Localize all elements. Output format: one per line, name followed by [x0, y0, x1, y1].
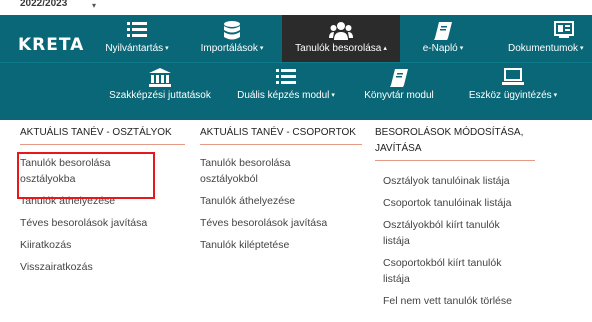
book-icon [410, 21, 476, 43]
nav-dualis-kepzes-modul[interactable]: Duális képzés modul ▾ [228, 68, 344, 112]
nav-dokumentumok[interactable]: Dokumentumok ▾ [502, 21, 592, 62]
nav-label: Importálások [200, 43, 258, 54]
column-heading: AKTUÁLIS TANÉV - OSZTÁLYOK [20, 127, 172, 138]
menu-item-teves-besorolasok[interactable]: Téves besorolások javítása [20, 215, 185, 231]
book-icon [352, 68, 446, 90]
menu-item-fel-nem-vett-torlese[interactable]: Fel nem vett tanulók törlése [383, 293, 537, 309]
menu-column-modositas: BESOROLÁSOK MÓDOSÍTÁSA, JAVÍTÁSA Osztály… [375, 120, 537, 315]
nav-label: e-Napló [422, 43, 458, 54]
menu-list: Tanulók besorolása osztályokból Tanulók … [200, 155, 362, 253]
nav-label: Eszköz ügyintézés [468, 90, 552, 101]
list-icon [228, 68, 344, 90]
nav-label: Szakképzési juttatások [109, 90, 211, 101]
menu-list: Osztályok tanulóinak listája Csoportok t… [375, 173, 537, 309]
menu-item-csoportokbol-kiirt[interactable]: Csoportokból kiírt tanulók listája [383, 255, 518, 287]
database-icon [190, 21, 274, 43]
menu-item-besorolas-osztalyokbol[interactable]: Tanulók besorolása osztályokból [200, 155, 325, 187]
highlight-box [17, 152, 155, 199]
heading-underline [200, 144, 362, 145]
chevron-down-icon: ▾ [165, 45, 169, 52]
nav-e-naplo[interactable]: e-Napló ▾ [410, 21, 476, 62]
school-year-selector[interactable]: 2022/2023 [20, 0, 67, 9]
column-heading: BESOROLÁSOK MÓDOSÍTÁSA, JAVÍTÁSA [375, 127, 524, 154]
menu-item-kiiratkozas[interactable]: Kiiratkozás [20, 237, 185, 253]
menu-item-teves-besorolasok[interactable]: Téves besorolások javítása [200, 215, 362, 231]
navbar-divider [0, 62, 592, 63]
chevron-down-icon: ▾ [459, 45, 464, 52]
menu-item-osztalyokbol-kiirt[interactable]: Osztályokból kiírt tanulók listája [383, 217, 513, 249]
menu-column-osztalyok: AKTUÁLIS TANÉV - OSZTÁLYOK Tanulók besor… [20, 120, 185, 281]
nav-szakkepzesi-juttatasok[interactable]: Szakképzési juttatások [100, 68, 220, 112]
menu-item-osztalyok-tanuloinak-listaja[interactable]: Osztályok tanulóinak listája [383, 173, 537, 189]
laptop-icon [454, 68, 572, 90]
menu-item-athelyezes[interactable]: Tanulók áthelyezése [200, 193, 362, 209]
document-icon [536, 21, 592, 43]
nav-importalasok[interactable]: Importálások ▾ [190, 21, 274, 62]
nav-label: Nyilvántartás [105, 43, 164, 54]
chevron-down-icon: ▾ [259, 45, 264, 52]
nav-eszkoz-ugyintezes[interactable]: Eszköz ügyintézés ▾ [454, 68, 572, 112]
kreta-logo[interactable]: KRETA [18, 35, 84, 55]
menu-item-visszairatkozas[interactable]: Visszairatkozás [20, 259, 185, 275]
school-year-bar: 2022/2023 ▾ [0, 0, 592, 15]
nav-tanulok-besorolasa[interactable]: Tanulók besorolása ▴ [282, 15, 400, 62]
chevron-down-icon: ▾ [553, 92, 558, 99]
chevron-down-icon: ▾ [580, 45, 584, 52]
nav-konyvtar-modul[interactable]: Könyvtár modul [352, 68, 446, 112]
users-icon [282, 21, 400, 43]
nav-label: Tanulók besorolása [295, 43, 382, 54]
menu-item-csoportok-tanuloinak-listaja[interactable]: Csoportok tanulóinak listája [383, 195, 537, 211]
list-icon [92, 21, 182, 43]
chevron-down-icon: ▾ [331, 92, 335, 99]
nav-nyilvantartas[interactable]: Nyilvántartás ▾ [92, 21, 182, 62]
column-heading: AKTUÁLIS TANÉV - CSOPORTOK [200, 127, 356, 138]
main-navbar: KRETA Nyilvántartás ▾ Importálások ▾ Tanul… [0, 15, 592, 120]
heading-underline [20, 144, 185, 145]
tanulok-besorolasa-dropdown: AKTUÁLIS TANÉV - OSZTÁLYOK Tanulók besor… [0, 120, 592, 322]
nav-label: Duális képzés modul [237, 90, 330, 101]
heading-underline [375, 160, 535, 161]
chevron-down-icon[interactable]: ▾ [92, 1, 96, 10]
chevron-up-icon: ▴ [383, 45, 387, 52]
menu-item-kileptetes[interactable]: Tanulók kiléptetése [200, 237, 362, 253]
nav-label: Dokumentumok [508, 43, 579, 54]
bank-icon [100, 68, 220, 90]
nav-label: Könyvtár modul [364, 90, 434, 101]
menu-column-csoportok: AKTUÁLIS TANÉV - CSOPORTOK Tanulók besor… [200, 120, 362, 259]
